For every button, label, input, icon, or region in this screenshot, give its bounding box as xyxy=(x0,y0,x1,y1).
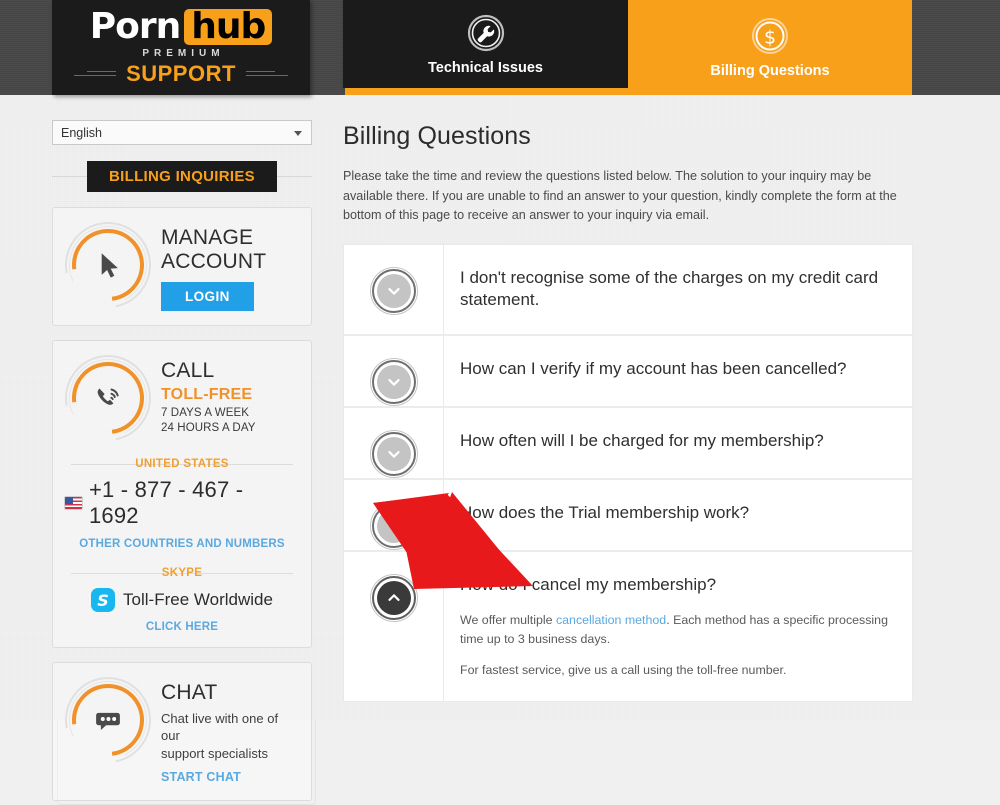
faq-text-col: How often will I be charged for my membe… xyxy=(444,408,912,475)
language-select-value: English xyxy=(61,125,102,140)
manage-account-title: MANAGE ACCOUNT xyxy=(161,226,299,273)
skype-label: SKYPE xyxy=(152,567,212,580)
call-country-label: UNITED STATES xyxy=(126,458,238,471)
chat-title: CHAT xyxy=(161,681,218,705)
call-subtitle: TOLL-FREE xyxy=(161,385,253,403)
manage-account-title-line1: MANAGE xyxy=(161,226,254,249)
faq-text-col: How do I cancel my membership? We offer … xyxy=(444,552,912,701)
other-countries-link[interactable]: OTHER COUNTRIES AND NUMBERS xyxy=(65,538,299,550)
faq-item[interactable]: How can I verify if my account has been … xyxy=(344,335,912,408)
logo-support-row: SUPPORT xyxy=(74,61,288,87)
logo-rule-right xyxy=(245,71,288,76)
faq-question: How do I cancel my membership? xyxy=(460,574,717,594)
call-hours: 7 DAYS A WEEK 24 HOURS A DAY xyxy=(161,406,299,437)
faq-toggle-col[interactable] xyxy=(344,479,444,550)
faq-answer-paragraph-1: We offer multiple cancellation method. E… xyxy=(460,611,894,648)
manage-account-title-line2: ACCOUNT xyxy=(161,249,267,273)
faq-question: How can I verify if my account has been … xyxy=(460,358,847,378)
wrench-icon xyxy=(466,13,506,53)
tab-billing-questions[interactable]: $ Billing Questions xyxy=(628,0,912,95)
svg-text:$: $ xyxy=(764,27,776,49)
dollar-coin-icon: $ xyxy=(750,16,790,56)
cursor-arrow-icon xyxy=(65,222,151,308)
us-flag-icon xyxy=(65,497,82,510)
sidebar: English BILLING INQUIRIES MANAGE ACCOUNT… xyxy=(48,120,316,805)
logo-rule-left xyxy=(74,71,117,76)
chevron-down-icon[interactable] xyxy=(369,357,418,406)
phone-row[interactable]: +1 - 877 - 467 - 1692 xyxy=(65,477,299,529)
chat-description-line2: support specialists xyxy=(161,745,268,761)
phone-number: +1 - 877 - 467 - 1692 xyxy=(88,477,244,529)
chat-description: Chat live with one of our support specia… xyxy=(161,710,299,763)
call-hours-line2: 24 HOURS A DAY xyxy=(161,422,256,435)
tab-technical-issues-label: Technical Issues xyxy=(428,59,543,76)
chat-bubble-icon xyxy=(65,677,151,763)
sidebar-section-title: BILLING INQUIRIES xyxy=(87,160,277,192)
faq-item-expanded[interactable]: How do I cancel my membership? We offer … xyxy=(344,551,912,702)
chevron-down-icon[interactable] xyxy=(369,501,418,550)
chevron-up-icon[interactable] xyxy=(369,573,418,622)
faq-item[interactable]: How does the Trial membership work? xyxy=(344,479,912,552)
faq-text-col: How does the Trial membership work? xyxy=(444,480,912,547)
faq-accordion: I don't recognise some of the charges on… xyxy=(343,243,913,703)
call-ring xyxy=(48,338,168,458)
faq-question: How does the Trial membership work? xyxy=(460,502,750,522)
tab-technical-issues[interactable]: Technical Issues xyxy=(343,0,628,88)
call-body: CALL TOLL-FREE 7 DAYS A WEEK 24 HOURS A … xyxy=(161,355,299,437)
faq-question: I don't recognise some of the charges on… xyxy=(460,267,879,310)
sidebar-section-title-wrap: BILLING INQUIRIES xyxy=(52,159,312,193)
chat-description-line1: Chat live with one of our xyxy=(161,710,279,744)
faq-item[interactable]: I don't recognise some of the charges on… xyxy=(344,244,912,336)
chevron-down-icon[interactable] xyxy=(369,429,418,478)
skype-row[interactable]: S Toll-Free Worldwide xyxy=(65,588,299,613)
logo-wordmark: Porn hub xyxy=(89,5,273,47)
call-title: CALL xyxy=(161,359,215,383)
chevron-down-icon xyxy=(294,131,302,136)
manage-account-body: MANAGE ACCOUNT LOGIN xyxy=(161,222,299,312)
faq-item[interactable]: How often will I be charged for my membe… xyxy=(344,407,912,480)
country-divider: UNITED STATES xyxy=(65,453,299,475)
phone-ringing-icon xyxy=(65,355,151,441)
tab-technical-underline xyxy=(345,88,628,95)
language-select[interactable]: English xyxy=(52,120,312,145)
site-logo[interactable]: Porn hub PREMIUM SUPPORT xyxy=(52,0,310,95)
tab-billing-questions-label: Billing Questions xyxy=(710,63,830,79)
skype-divider: SKYPE xyxy=(65,562,299,584)
faq-text-col: I don't recognise some of the charges on… xyxy=(444,245,912,334)
chevron-down-icon[interactable] xyxy=(369,266,418,315)
chat-body: CHAT Chat live with one of our support s… xyxy=(161,677,299,786)
logo-text-hub: hub xyxy=(184,8,273,45)
logo-text-porn: Porn xyxy=(89,5,181,47)
manage-account-card: MANAGE ACCOUNT LOGIN xyxy=(48,205,316,331)
login-button[interactable]: LOGIN xyxy=(161,282,254,312)
chat-ring xyxy=(48,660,168,780)
main-content: Billing Questions Please take the time a… xyxy=(343,122,913,703)
chat-card: CHAT Chat live with one of our support s… xyxy=(48,660,316,805)
faq-toggle-col[interactable] xyxy=(344,244,444,334)
skype-icon: S xyxy=(91,588,116,613)
faq-toggle-col[interactable] xyxy=(344,407,444,478)
skype-text: Toll-Free Worldwide xyxy=(123,590,273,610)
faq-answer-text-before: We offer multiple xyxy=(460,613,556,628)
faq-question: How often will I be charged for my membe… xyxy=(460,430,824,450)
call-card: CALL TOLL-FREE 7 DAYS A WEEK 24 HOURS A … xyxy=(48,338,316,653)
cancellation-method-link[interactable]: cancellation method xyxy=(556,613,666,627)
page-title: Billing Questions xyxy=(343,122,531,150)
intro-paragraph: Please take the time and review the ques… xyxy=(343,169,897,223)
manage-account-ring xyxy=(48,205,168,325)
logo-support-label: SUPPORT xyxy=(126,60,236,86)
logo-premium-label: PREMIUM xyxy=(142,47,225,59)
start-chat-link[interactable]: START CHAT xyxy=(161,770,241,784)
faq-toggle-col[interactable] xyxy=(344,335,444,406)
faq-answer-paragraph-2: For fastest service, give us a call usin… xyxy=(460,662,787,677)
faq-text-col: How can I verify if my account has been … xyxy=(444,336,912,403)
faq-toggle-col[interactable] xyxy=(344,551,444,702)
skype-click-here-link[interactable]: CLICK HERE xyxy=(65,621,299,633)
call-hours-line1: 7 DAYS A WEEK xyxy=(161,406,250,419)
